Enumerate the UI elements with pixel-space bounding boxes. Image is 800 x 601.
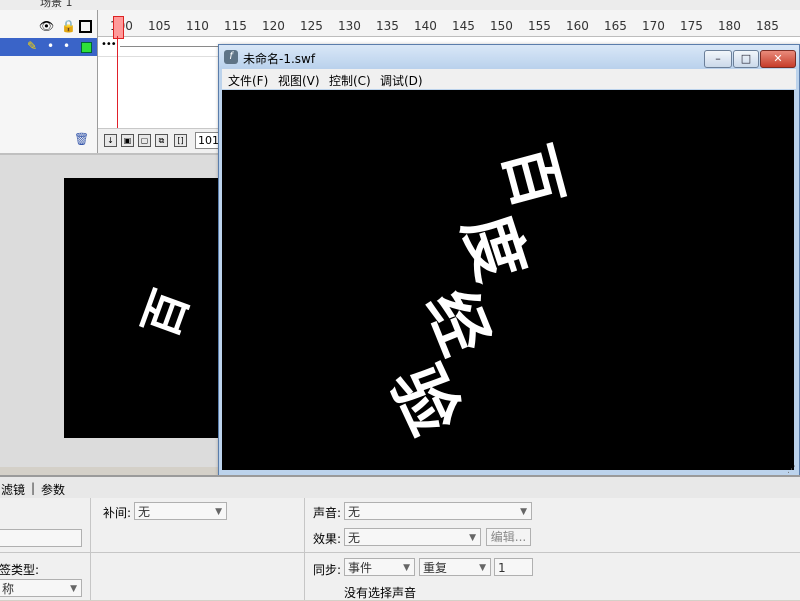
pencil-icon: ✎ <box>27 39 38 53</box>
ruler-tick-label: 165 <box>604 19 627 33</box>
ruler-tick-label: 170 <box>642 19 665 33</box>
onion-skin-icon[interactable]: ▣ <box>121 134 134 147</box>
minimize-button[interactable]: – <box>704 50 732 68</box>
frame-ruler[interactable]: 1001051101151201251301351401451501551601… <box>98 10 800 37</box>
edit-multiple-frames-icon[interactable]: ⧉ <box>155 134 168 147</box>
center-frame-icon[interactable]: ↓ <box>104 134 117 147</box>
visibility-dot[interactable]: • <box>47 39 54 53</box>
ruler-tick-label: 105 <box>148 19 171 33</box>
ruler-tick-label: 175 <box>680 19 703 33</box>
label-type-label: 签类型: <box>0 563 40 577</box>
resize-grip-icon[interactable]: ⋰ <box>787 465 797 475</box>
tween-select[interactable]: 无 ▼ <box>134 502 227 520</box>
ruler-tick-label: 185 <box>756 19 779 33</box>
divider <box>0 552 800 553</box>
chevron-down-icon: ▼ <box>403 563 410 573</box>
divider <box>90 498 91 600</box>
chevron-down-icon: ▼ <box>520 507 527 517</box>
modify-onion-markers-icon[interactable]: [] <box>174 134 187 147</box>
chevron-down-icon: ▼ <box>215 507 222 517</box>
repeat-count-field[interactable]: 1 <box>494 558 533 576</box>
effect-select[interactable]: 无 ▼ <box>344 528 481 546</box>
chevron-down-icon: ▼ <box>70 584 77 594</box>
chevron-down-icon: ▼ <box>479 563 486 573</box>
ruler-tick-label: 120 <box>262 19 285 33</box>
sound-select[interactable]: 无 ▼ <box>344 502 532 520</box>
swf-player-window: f 未命名-1.swf – □ ✕ 文件(F) 视图(V) 控制(C) 调试(D… <box>218 44 800 476</box>
sync-select[interactable]: 事件 ▼ <box>344 558 415 576</box>
layer-panel: 👁 🔒 ✎ • • 🗑 <box>0 10 98 153</box>
tab-filters[interactable]: 滤镜 <box>1 481 25 498</box>
tab-parameters[interactable]: 参数 <box>41 481 65 498</box>
repeat-value: 重复 <box>423 561 448 575</box>
properties-panel: 补间: 无 ▼ 声音: 无 ▼ 效果: 无 ▼ 编辑... 签类型: 称 ▼ 同步: 事… <box>0 498 800 600</box>
trash-icon[interactable]: 🗑 <box>74 132 89 146</box>
flash-icon: f <box>224 50 238 64</box>
edit-button[interactable]: 编辑... <box>486 528 531 546</box>
sync-value: 事件 <box>348 561 373 575</box>
close-button[interactable]: ✕ <box>760 50 796 68</box>
animated-char-2: 度 <box>448 205 540 290</box>
menu-view[interactable]: 视图(V) <box>278 72 320 89</box>
ruler-tick-label: 150 <box>490 19 513 33</box>
sync-label: 同步: <box>313 563 342 577</box>
ruler-tick-label: 160 <box>566 19 589 33</box>
sound-label: 声音: <box>313 506 342 520</box>
ruler-tick-label: 110 <box>186 19 209 33</box>
menu-file[interactable]: 文件(F) <box>228 72 268 89</box>
frame-label-field[interactable] <box>0 529 82 547</box>
window-title: 未命名-1.swf <box>243 52 316 66</box>
repeat-select[interactable]: 重复 ▼ <box>419 558 491 576</box>
ruler-tick-label: 115 <box>224 19 247 33</box>
title-bar[interactable]: f 未命名-1.swf – □ ✕ <box>219 45 799 69</box>
tween-label: 补间: <box>103 506 132 520</box>
menu-bar: 文件(F) 视图(V) 控制(C) 调试(D) <box>222 69 796 89</box>
lock-dot[interactable]: • <box>63 39 70 53</box>
layer-outline-color[interactable] <box>81 42 92 53</box>
playhead[interactable] <box>113 16 124 39</box>
keyframe-markers: ••• <box>101 39 117 50</box>
label-type-value: 称 <box>2 582 15 596</box>
sound-value: 无 <box>348 505 361 519</box>
ruler-tick-label: 140 <box>414 19 437 33</box>
effect-value: 无 <box>348 531 361 545</box>
scene-label[interactable]: 场景 1 <box>40 0 73 10</box>
effect-label: 效果: <box>313 532 342 546</box>
menu-control[interactable]: 控制(C) <box>329 72 371 89</box>
eye-icon[interactable]: 👁 <box>39 19 54 33</box>
ruler-tick-label: 145 <box>452 19 475 33</box>
tween-value: 无 <box>138 505 151 519</box>
ruler-tick-label: 130 <box>338 19 361 33</box>
no-sound-text: 没有选择声音 <box>344 586 417 600</box>
swf-content[interactable]: 百 度 经 验 <box>222 90 794 470</box>
menu-debug[interactable]: 调试(D) <box>380 72 423 89</box>
ruler-tick-label: 155 <box>528 19 551 33</box>
ruler-tick-label: 135 <box>376 19 399 33</box>
layer-header: 👁 🔒 <box>0 15 97 37</box>
maximize-button[interactable]: □ <box>733 50 759 68</box>
label-type-select[interactable]: 称 ▼ <box>0 579 82 597</box>
outline-icon[interactable] <box>79 20 92 33</box>
divider <box>304 498 305 600</box>
animated-char-4: 验 <box>376 353 475 447</box>
animated-char-3: 经 <box>412 279 504 365</box>
chevron-down-icon: ▼ <box>469 533 476 543</box>
lock-icon[interactable]: 🔒 <box>61 19 76 33</box>
ruler-tick-label: 125 <box>300 19 323 33</box>
properties-tabbar: 滤镜 | 参数 <box>0 475 800 500</box>
ruler-tick-label: 180 <box>718 19 741 33</box>
onion-outline-icon[interactable]: ▢ <box>138 134 151 147</box>
layer-row[interactable]: ✎ • • <box>0 38 97 56</box>
animated-char-1: 百 <box>489 137 576 216</box>
